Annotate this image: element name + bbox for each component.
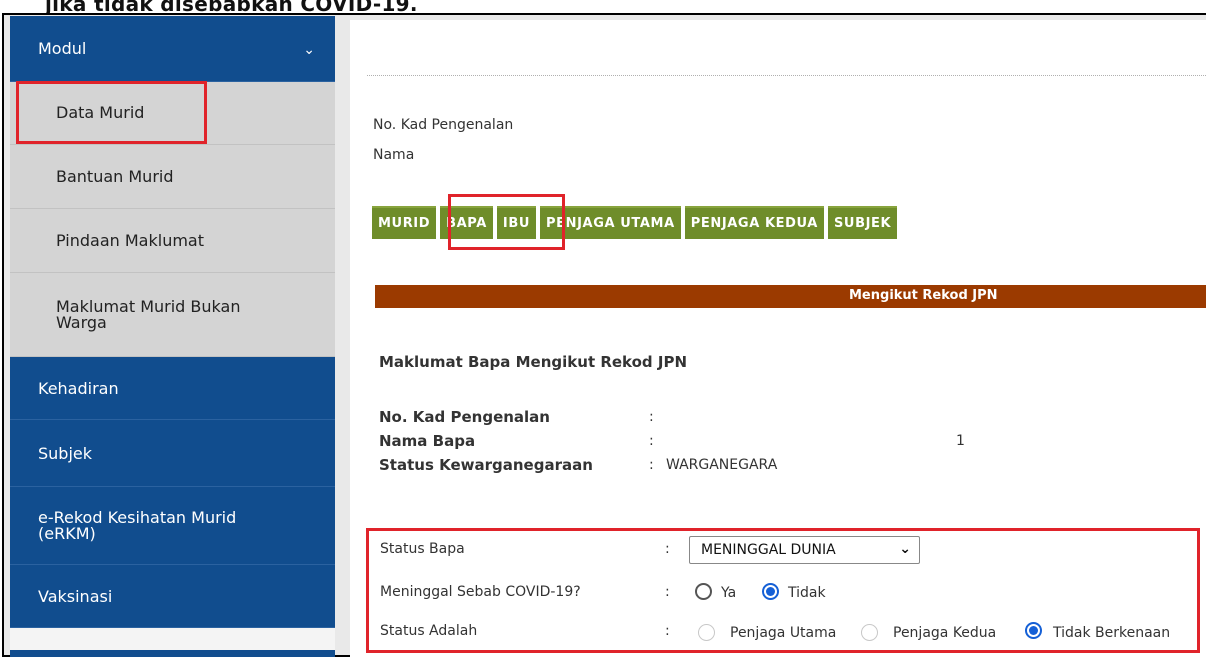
tab-subjek[interactable]: SUBJEK — [827, 206, 898, 239]
father-citizen-label: Status Kewarganegaraan — [379, 456, 593, 474]
sidebar-modul[interactable]: Modul ⌄ — [10, 16, 335, 82]
sidebar-item-erkm[interactable]: e-Rekod Kesihatan Murid (eRKM) — [10, 487, 335, 565]
sidebar-item-bantuan-murid[interactable]: Bantuan Murid — [10, 145, 335, 209]
sidebar-item-bukan-warga[interactable]: Maklumat Murid Bukan Warga — [10, 273, 335, 357]
sidebar-next-item[interactable] — [10, 650, 335, 657]
highlight-data-murid — [16, 81, 207, 144]
sidebar-item-label: e-Rekod Kesihatan Murid (eRKM) — [38, 507, 237, 543]
sidebar-item-label: Maklumat Murid Bukan Warga — [56, 296, 241, 332]
father-name-label: Nama Bapa — [379, 432, 476, 450]
highlight-status-form — [366, 528, 1200, 653]
tab-murid[interactable]: MURID — [372, 206, 437, 239]
divider — [367, 75, 1206, 76]
colon: : — [649, 409, 654, 425]
sidebar-item-kehadiran[interactable]: Kehadiran — [10, 357, 335, 420]
chevron-down-icon: ⌄ — [303, 42, 315, 58]
sidebar-item-label: Kehadiran — [38, 378, 119, 398]
section-bar: Mengikut Rekod JPN — [375, 285, 1206, 308]
student-name-label: Nama — [373, 147, 415, 163]
student-ic-label: No. Kad Pengenalan — [373, 117, 514, 133]
section-bar-title: Mengikut Rekod JPN — [849, 288, 998, 303]
redacted-title — [368, 34, 614, 61]
sidebar-item-vaksinasi[interactable]: Vaksinasi — [10, 565, 335, 628]
colon: : — [649, 433, 654, 449]
sidebar-gap — [10, 628, 335, 650]
father-citizen-value: WARGANEGARA — [666, 457, 778, 473]
highlight-bapa-ibu-tabs — [448, 194, 565, 250]
sidebar-item-pindaan-maklumat[interactable]: Pindaan Maklumat — [10, 209, 335, 273]
sidebar-item-label: Subjek — [38, 443, 93, 463]
father-ic-label: No. Kad Pengenalan — [379, 408, 550, 426]
sidebar-item-label: Vaksinasi — [38, 586, 113, 606]
father-name-value: 1 — [956, 433, 965, 449]
tab-penjaga-kedua[interactable]: PENJAGA KEDUA — [684, 206, 824, 239]
sidebar-item-label: Pindaan Maklumat — [56, 230, 204, 250]
sidebar-item-subjek[interactable]: Subjek — [10, 420, 335, 487]
colon: : — [649, 457, 654, 473]
father-heading: Maklumat Bapa Mengikut Rekod JPN — [379, 353, 688, 371]
sidebar-modul-label: Modul — [38, 39, 87, 58]
sidebar-item-label: Bantuan Murid — [56, 166, 174, 186]
